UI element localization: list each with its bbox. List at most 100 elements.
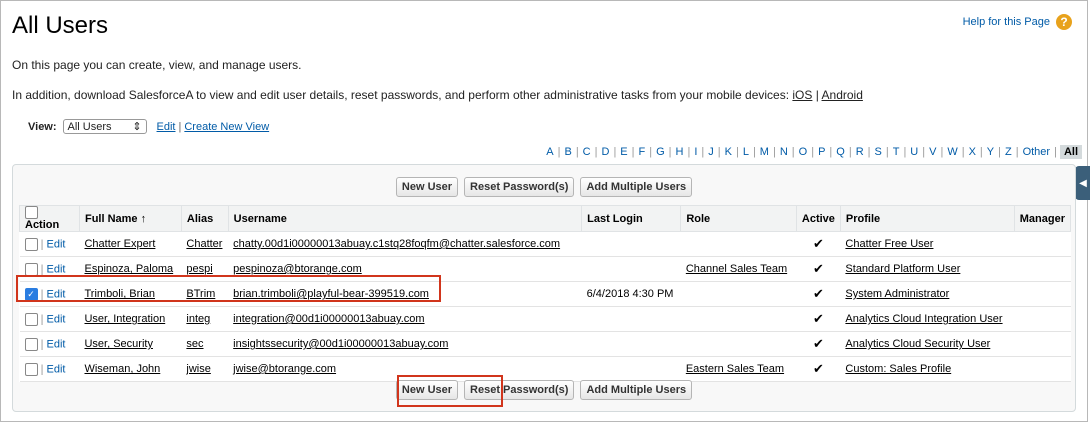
edit-link[interactable]: Edit xyxy=(46,363,65,375)
alpha-filter-a[interactable]: A xyxy=(542,146,557,158)
profile-link[interactable]: Standard Platform User xyxy=(845,263,960,275)
full-name-header[interactable]: Full Name ↑ xyxy=(78,205,182,232)
username-cell: insightssecurity@00d1i00000013abuay.com xyxy=(228,331,582,357)
username-header[interactable]: Username xyxy=(227,205,583,232)
profile-cell: Chatter Free User xyxy=(840,231,1015,257)
profile-cell: Custom: Sales Profile xyxy=(840,356,1015,382)
row-separator: | xyxy=(40,262,44,275)
alpha-filter-e[interactable]: E xyxy=(616,146,631,158)
alpha-filter-o[interactable]: O xyxy=(795,146,812,158)
alpha-filter-m[interactable]: M xyxy=(756,146,773,158)
role-header[interactable]: Role xyxy=(680,205,797,232)
alias-link[interactable]: Chatter xyxy=(186,238,222,250)
active-checkmark-icon: ✔ xyxy=(796,256,841,282)
role-link[interactable]: Eastern Sales Team xyxy=(686,363,784,375)
row-separator: | xyxy=(40,312,44,325)
alpha-filter-j[interactable]: J xyxy=(704,146,718,158)
profile-link[interactable]: System Administrator xyxy=(845,288,949,300)
alpha-filter-z[interactable]: Z xyxy=(1001,146,1016,158)
edit-link[interactable]: Edit xyxy=(46,313,65,325)
active-header[interactable]: Active xyxy=(795,205,841,232)
alpha-filter-h[interactable]: H xyxy=(672,146,688,158)
add-multiple-users-button[interactable]: Add Multiple Users xyxy=(580,177,693,197)
last-login-header[interactable]: Last Login xyxy=(581,205,682,232)
android-link[interactable]: Android xyxy=(822,88,863,102)
table-row: | Edit Chatter Expert Chatter chatty.00d1i0… xyxy=(19,231,1071,257)
alpha-filter-s[interactable]: S xyxy=(871,146,886,158)
sort-ascending-icon: ↑ xyxy=(140,212,147,225)
alpha-filter-x[interactable]: X xyxy=(965,146,980,158)
alias-link[interactable]: sec xyxy=(186,338,203,350)
row-checkbox[interactable] xyxy=(24,262,38,276)
username-link[interactable]: chatty.00d1i00000013abuay.c1stq28foqfm@c… xyxy=(233,238,560,250)
select-all-checkbox[interactable] xyxy=(25,206,38,219)
alias-cell: Chatter xyxy=(181,231,229,257)
row-checkbox[interactable] xyxy=(24,237,38,251)
manager-cell xyxy=(1014,231,1071,257)
alpha-filter-k[interactable]: K xyxy=(721,146,736,158)
ios-link[interactable]: iOS xyxy=(792,88,812,102)
reset-password-button[interactable]: Reset Password(s) xyxy=(464,177,575,197)
alias-cell: integ xyxy=(181,306,229,332)
edit-link[interactable]: Edit xyxy=(46,338,65,350)
alias-link[interactable]: jwise xyxy=(186,363,210,375)
username-link[interactable]: insightssecurity@00d1i00000013abuay.com xyxy=(233,338,448,350)
row-checkbox[interactable] xyxy=(24,312,38,326)
profile-link[interactable]: Analytics Cloud Integration User xyxy=(845,313,1002,325)
edit-link[interactable]: Edit xyxy=(46,263,65,275)
alpha-filter-b[interactable]: B xyxy=(560,146,575,158)
row-checkbox[interactable] xyxy=(24,337,38,351)
role-link[interactable]: Channel Sales Team xyxy=(686,263,787,275)
alias-link[interactable]: integ xyxy=(186,313,210,325)
alias-header[interactable]: Alias xyxy=(180,205,229,232)
action-cell: | Edit xyxy=(19,306,80,332)
alpha-filter-g[interactable]: G xyxy=(652,146,669,158)
view-selector-row: View: All Users ⇕ Edit | Create New View xyxy=(28,119,269,134)
new-user-button[interactable]: New User xyxy=(395,177,459,197)
alpha-filter-y[interactable]: Y xyxy=(983,146,998,158)
user-name-link[interactable]: Chatter Expert xyxy=(84,238,155,250)
manager-header[interactable]: Manager xyxy=(1013,205,1072,232)
manager-cell xyxy=(1014,331,1071,357)
view-select[interactable]: All Users ⇕ xyxy=(62,119,147,134)
add-multiple-users-button-bottom[interactable]: Add Multiple Users xyxy=(580,380,693,400)
username-link[interactable]: jwise@btorange.com xyxy=(233,363,336,375)
alpha-filter-all[interactable]: All xyxy=(1059,145,1082,159)
collapse-sidebar-tab[interactable]: ◀ xyxy=(1075,166,1090,200)
alpha-filter-other[interactable]: Other xyxy=(1019,146,1055,158)
create-new-view-link[interactable]: Create New View xyxy=(184,121,269,133)
edit-link[interactable]: Edit xyxy=(46,238,65,250)
alpha-filter-n[interactable]: N xyxy=(776,146,792,158)
profile-link[interactable]: Custom: Sales Profile xyxy=(845,363,951,375)
row-separator: | xyxy=(40,237,44,250)
username-link[interactable]: pespinoza@btorange.com xyxy=(233,263,362,275)
username-link[interactable]: integration@00d1i00000013abuay.com xyxy=(233,313,424,325)
alpha-filter-w[interactable]: W xyxy=(943,146,961,158)
profile-header[interactable]: Profile xyxy=(839,205,1015,232)
alpha-filter-f[interactable]: F xyxy=(635,146,650,158)
row-separator: | xyxy=(40,337,44,350)
user-name-link[interactable]: User, Integration xyxy=(84,313,165,325)
action-cell: | Edit xyxy=(19,356,80,382)
alpha-filter-v[interactable]: V xyxy=(925,146,940,158)
row-checkbox[interactable] xyxy=(24,362,38,376)
alpha-filter-i[interactable]: I xyxy=(690,146,701,158)
alpha-filter-t[interactable]: T xyxy=(889,146,904,158)
user-name-link[interactable]: User, Security xyxy=(84,338,152,350)
alpha-filter-d[interactable]: D xyxy=(597,146,613,158)
profile-link[interactable]: Analytics Cloud Security User xyxy=(845,338,990,350)
alias-cell: sec xyxy=(181,331,229,357)
alpha-filter-u[interactable]: U xyxy=(906,146,922,158)
edit-view-link[interactable]: Edit xyxy=(157,121,176,133)
alias-link[interactable]: pespi xyxy=(186,263,212,275)
user-name-link[interactable]: Wiseman, John xyxy=(84,363,160,375)
alpha-filter-p[interactable]: P xyxy=(814,146,829,158)
user-name-link[interactable]: Espinoza, Paloma xyxy=(84,263,173,275)
alpha-filter-r[interactable]: R xyxy=(852,146,868,158)
alpha-filter-q[interactable]: Q xyxy=(832,146,849,158)
alpha-filter-l[interactable]: L xyxy=(739,146,753,158)
help-link[interactable]: Help for this Page ? xyxy=(963,14,1072,30)
table-header-row: Action Full Name ↑ Alias Username Last L… xyxy=(19,205,1072,232)
alpha-filter-c[interactable]: C xyxy=(579,146,595,158)
profile-link[interactable]: Chatter Free User xyxy=(845,238,933,250)
